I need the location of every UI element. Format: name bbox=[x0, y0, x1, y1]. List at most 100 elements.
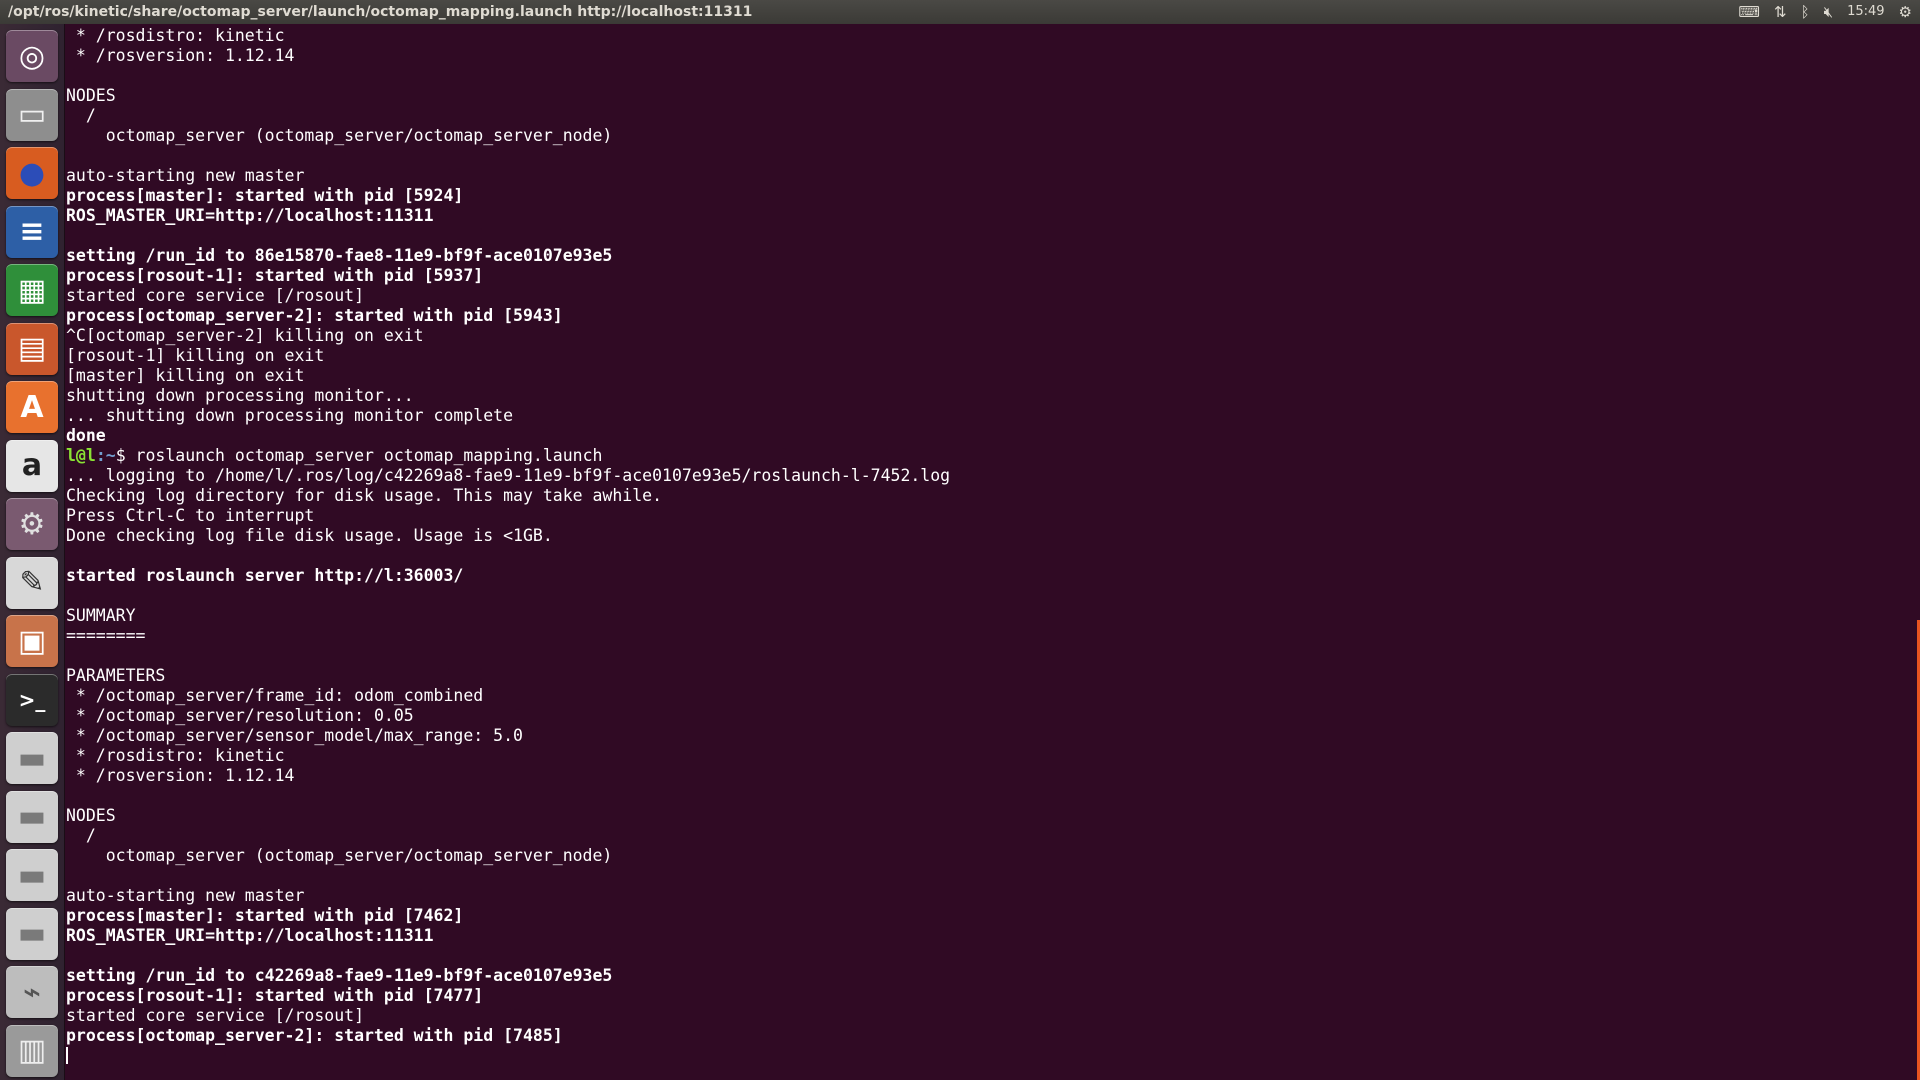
prompt-path: :~ bbox=[95, 446, 116, 465]
text-editor-launcher[interactable]: ✎ bbox=[6, 556, 58, 609]
window-title: /opt/ros/kinetic/share/octomap_server/la… bbox=[8, 4, 753, 20]
terminal-line: started roslaunch server http://l:36003/ bbox=[66, 566, 464, 585]
launcher: ◎ ▭ ● ≡ ▦ ▤ Aa ⚙ ✎ ▣ >_ ▬ ▬ ▬ ▬ ⌁ ▥ bbox=[0, 24, 65, 1080]
terminal-line: ... shutting down processing monitor com… bbox=[66, 406, 514, 425]
terminal-line: ^C[octomap_server-2] killing on exit bbox=[66, 326, 424, 345]
terminal-line: Done checking log file disk usage. Usage… bbox=[66, 526, 553, 545]
writer-document-icon: ≡ bbox=[19, 214, 45, 249]
bluetooth-icon[interactable]: ᛒ bbox=[1801, 0, 1810, 24]
terminal-line: process[rosout-1]: started with pid [747… bbox=[66, 986, 484, 1005]
terminal-line: / bbox=[66, 826, 96, 845]
clock[interactable]: 15:49 bbox=[1847, 0, 1884, 24]
terminal-line: [master] killing on exit bbox=[66, 366, 305, 385]
archive-box-icon: ▣ bbox=[17, 623, 47, 659]
hard-drive-icon: ▬ bbox=[17, 916, 47, 951]
gear-wrench-icon: ⚙ bbox=[18, 506, 46, 542]
terminal-line: [rosout-1] killing on exit bbox=[66, 346, 325, 365]
dash-home-button[interactable]: ◎ bbox=[6, 30, 58, 82]
terminal-line: * /octomap_server/resolution: 0.05 bbox=[66, 706, 414, 725]
gear-icon[interactable]: ⚙ bbox=[1899, 0, 1912, 24]
libreoffice-calc-launcher[interactable]: ▦ bbox=[6, 264, 58, 316]
file-cabinet-icon: ▭ bbox=[17, 97, 47, 132]
firefox-icon: ● bbox=[18, 155, 46, 191]
terminal-prompt-icon: >_ bbox=[18, 687, 46, 712]
indicator-area: ⌨ ⇅ ᛒ 🔇︎ 15:49 ⚙ bbox=[1738, 0, 1912, 24]
system-settings-launcher[interactable]: ⚙ bbox=[6, 498, 58, 550]
terminal-line: done bbox=[66, 426, 106, 445]
terminal-line: process[rosout-1]: started with pid [593… bbox=[66, 266, 484, 285]
terminal-line: process[master]: started with pid [5924] bbox=[66, 186, 464, 205]
terminal-line: SUMMARY bbox=[66, 606, 136, 625]
terminal-line: * /rosdistro: kinetic bbox=[66, 26, 285, 45]
terminal-line: process[octomap_server-2]: started with … bbox=[66, 306, 563, 325]
terminal-line: ======== bbox=[66, 626, 146, 645]
prompt-user: l@l bbox=[66, 446, 96, 465]
terminal-line: / bbox=[66, 106, 96, 125]
terminal-line: NODES bbox=[66, 86, 116, 105]
terminal-line: ROS_MASTER_URI=http://localhost:11311 bbox=[66, 926, 434, 945]
terminal-line: * /rosversion: 1.12.14 bbox=[66, 766, 295, 785]
top-panel: /opt/ros/kinetic/share/octomap_server/la… bbox=[0, 0, 1920, 24]
terminal-line: octomap_server (octomap_server/octomap_s… bbox=[66, 126, 613, 145]
trash-icon: ▥ bbox=[17, 1033, 47, 1068]
terminal-line: Checking log directory for disk usage. T… bbox=[66, 486, 663, 505]
software-center-launcher[interactable]: A bbox=[6, 381, 58, 433]
prompt-command: $ roslaunch octomap_server octomap_mappi… bbox=[115, 446, 603, 465]
trash-launcher[interactable]: ▥ bbox=[6, 1024, 58, 1077]
terminal-launcher[interactable]: >_ bbox=[6, 673, 58, 726]
firefox-launcher[interactable]: ● bbox=[6, 147, 58, 199]
terminal-output[interactable]: * /rosdistro: kinetic * /rosversion: 1.1… bbox=[66, 26, 1896, 1078]
terminal-line: * /octomap_server/frame_id: odom_combine… bbox=[66, 686, 484, 705]
usb-drive-launcher[interactable]: ⌁ bbox=[6, 966, 58, 1018]
terminal-line: auto-starting new master bbox=[66, 886, 305, 905]
hard-drive-icon: ▬ bbox=[17, 799, 47, 834]
terminal-line: ... logging to /home/l/.ros/log/c42269a8… bbox=[66, 466, 951, 485]
terminal-line: started core service [/rosout] bbox=[66, 286, 365, 305]
drive-4-launcher[interactable]: ▬ bbox=[6, 907, 58, 960]
terminal-line: Press Ctrl-C to interrupt bbox=[66, 506, 315, 525]
terminal-line: setting /run_id to c42269a8-fae9-11e9-bf… bbox=[66, 966, 613, 985]
terminal-line: auto-starting new master bbox=[66, 166, 305, 185]
text-editor-icon: ✎ bbox=[19, 565, 45, 600]
terminal-line: octomap_server (octomap_server/octomap_s… bbox=[66, 846, 613, 865]
calc-spreadsheet-icon: ▦ bbox=[17, 272, 47, 308]
archive-manager-launcher[interactable]: ▣ bbox=[6, 615, 58, 667]
terminal-line: ROS_MASTER_URI=http://localhost:11311 bbox=[66, 206, 434, 225]
hard-drive-icon: ▬ bbox=[17, 740, 47, 776]
impress-presentation-icon: ▤ bbox=[17, 331, 47, 366]
files-launcher[interactable]: ▭ bbox=[6, 88, 58, 141]
drive-1-launcher[interactable]: ▬ bbox=[6, 732, 58, 784]
volume-muted-icon[interactable]: 🔇︎ bbox=[1824, 0, 1833, 24]
terminal-line: * /rosdistro: kinetic bbox=[66, 746, 285, 765]
terminal-line: process[octomap_server-2]: started with … bbox=[66, 1026, 563, 1045]
usb-drive-icon: ⌁ bbox=[22, 974, 42, 1010]
terminal-line: NODES bbox=[66, 806, 116, 825]
network-arrows-icon[interactable]: ⇅ bbox=[1774, 0, 1787, 24]
terminal-line bbox=[66, 1046, 1896, 1066]
terminal-line: setting /run_id to 86e15870-fae8-11e9-bf… bbox=[66, 246, 613, 265]
terminal-line: process[master]: started with pid [7462] bbox=[66, 906, 464, 925]
amazon-icon: a bbox=[21, 448, 43, 483]
terminal-line: shutting down processing monitor... bbox=[66, 386, 414, 405]
terminal-line: started core service [/rosout] bbox=[66, 1006, 365, 1025]
drive-2-launcher[interactable]: ▬ bbox=[6, 790, 58, 843]
terminal-line: l@l:~$ roslaunch octomap_server octomap_… bbox=[66, 446, 1896, 466]
drive-3-launcher[interactable]: ▬ bbox=[6, 849, 58, 901]
libreoffice-writer-launcher[interactable]: ≡ bbox=[6, 205, 58, 258]
keyboard-icon[interactable]: ⌨ bbox=[1738, 0, 1760, 24]
text-cursor bbox=[66, 1047, 68, 1064]
amazon-launcher[interactable]: a bbox=[6, 439, 58, 492]
ubuntu-logo-icon: ◎ bbox=[18, 38, 46, 74]
libreoffice-impress-launcher[interactable]: ▤ bbox=[6, 322, 58, 375]
shopping-bag-icon: A bbox=[20, 389, 44, 425]
terminal-line: * /rosversion: 1.12.14 bbox=[66, 46, 295, 65]
